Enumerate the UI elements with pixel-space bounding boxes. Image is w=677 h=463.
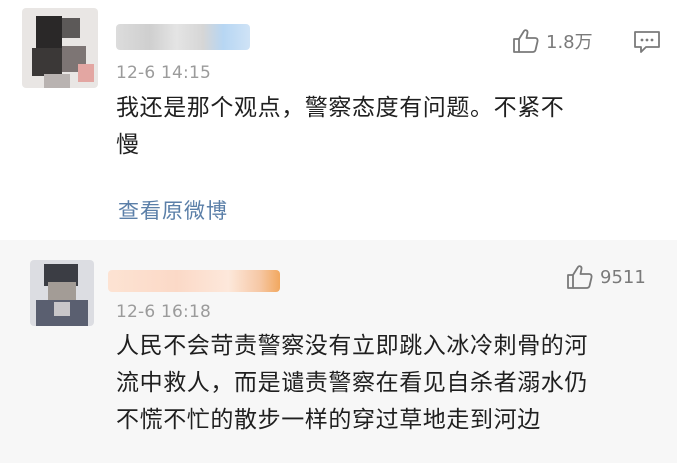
avatar-pixel xyxy=(36,16,62,48)
comment-timestamp: 12-6 16:18 xyxy=(116,302,211,322)
comment-text-line: 我还是那个观点，警察态度有问题。不紧不 xyxy=(116,95,565,121)
comment-text: 我还是那个观点，警察态度有问题。不紧不 慢 xyxy=(116,90,564,164)
avatar-pixel xyxy=(78,64,94,82)
comment-text-line: 慢 xyxy=(116,132,140,158)
like-button[interactable]: 1.8万 xyxy=(512,28,593,54)
reply-button[interactable] xyxy=(633,30,661,58)
comment-text-line: 流中救人，而是谴责警察在看见自杀者溺水仍 xyxy=(116,370,588,396)
avatar-pixel xyxy=(44,74,70,88)
avatar-pixel xyxy=(54,302,70,316)
like-count: 9511 xyxy=(600,266,646,288)
avatar[interactable] xyxy=(30,260,94,326)
comment-card: 12-6 14:15 1.8万 我还是那个观点，警察态度有问题。不紧不 慢 查看… xyxy=(0,0,677,240)
avatar[interactable] xyxy=(22,8,98,88)
comment-timestamp: 12-6 14:15 xyxy=(116,63,211,83)
view-original-weibo-link[interactable]: 查看原微博 xyxy=(118,195,228,225)
thumbs-up-icon xyxy=(512,28,540,54)
like-button[interactable]: 9511 xyxy=(566,264,646,290)
username-blurred[interactable] xyxy=(108,270,280,292)
comment-text-line: 不慌不忙的散步一样的穿过草地走到河边 xyxy=(116,407,541,433)
comment-text: 人民不会苛责警察没有立即跳入冰冷刺骨的河 流中救人，而是谴责警察在看见自杀者溺水… xyxy=(116,328,588,439)
avatar-pixel xyxy=(48,282,76,302)
comment-icon xyxy=(633,31,661,58)
username-blurred[interactable] xyxy=(116,24,250,50)
avatar-pixel xyxy=(32,48,62,76)
avatar-pixel xyxy=(62,18,80,38)
comment-text-line: 人民不会苛责警察没有立即跳入冰冷刺骨的河 xyxy=(116,333,588,359)
like-count: 1.8万 xyxy=(546,32,593,53)
comment-card: 12-6 16:18 9511 人民不会苛责警察没有立即跳入冰冷刺骨的河 流中救… xyxy=(0,240,677,463)
thumbs-up-icon xyxy=(566,264,594,290)
